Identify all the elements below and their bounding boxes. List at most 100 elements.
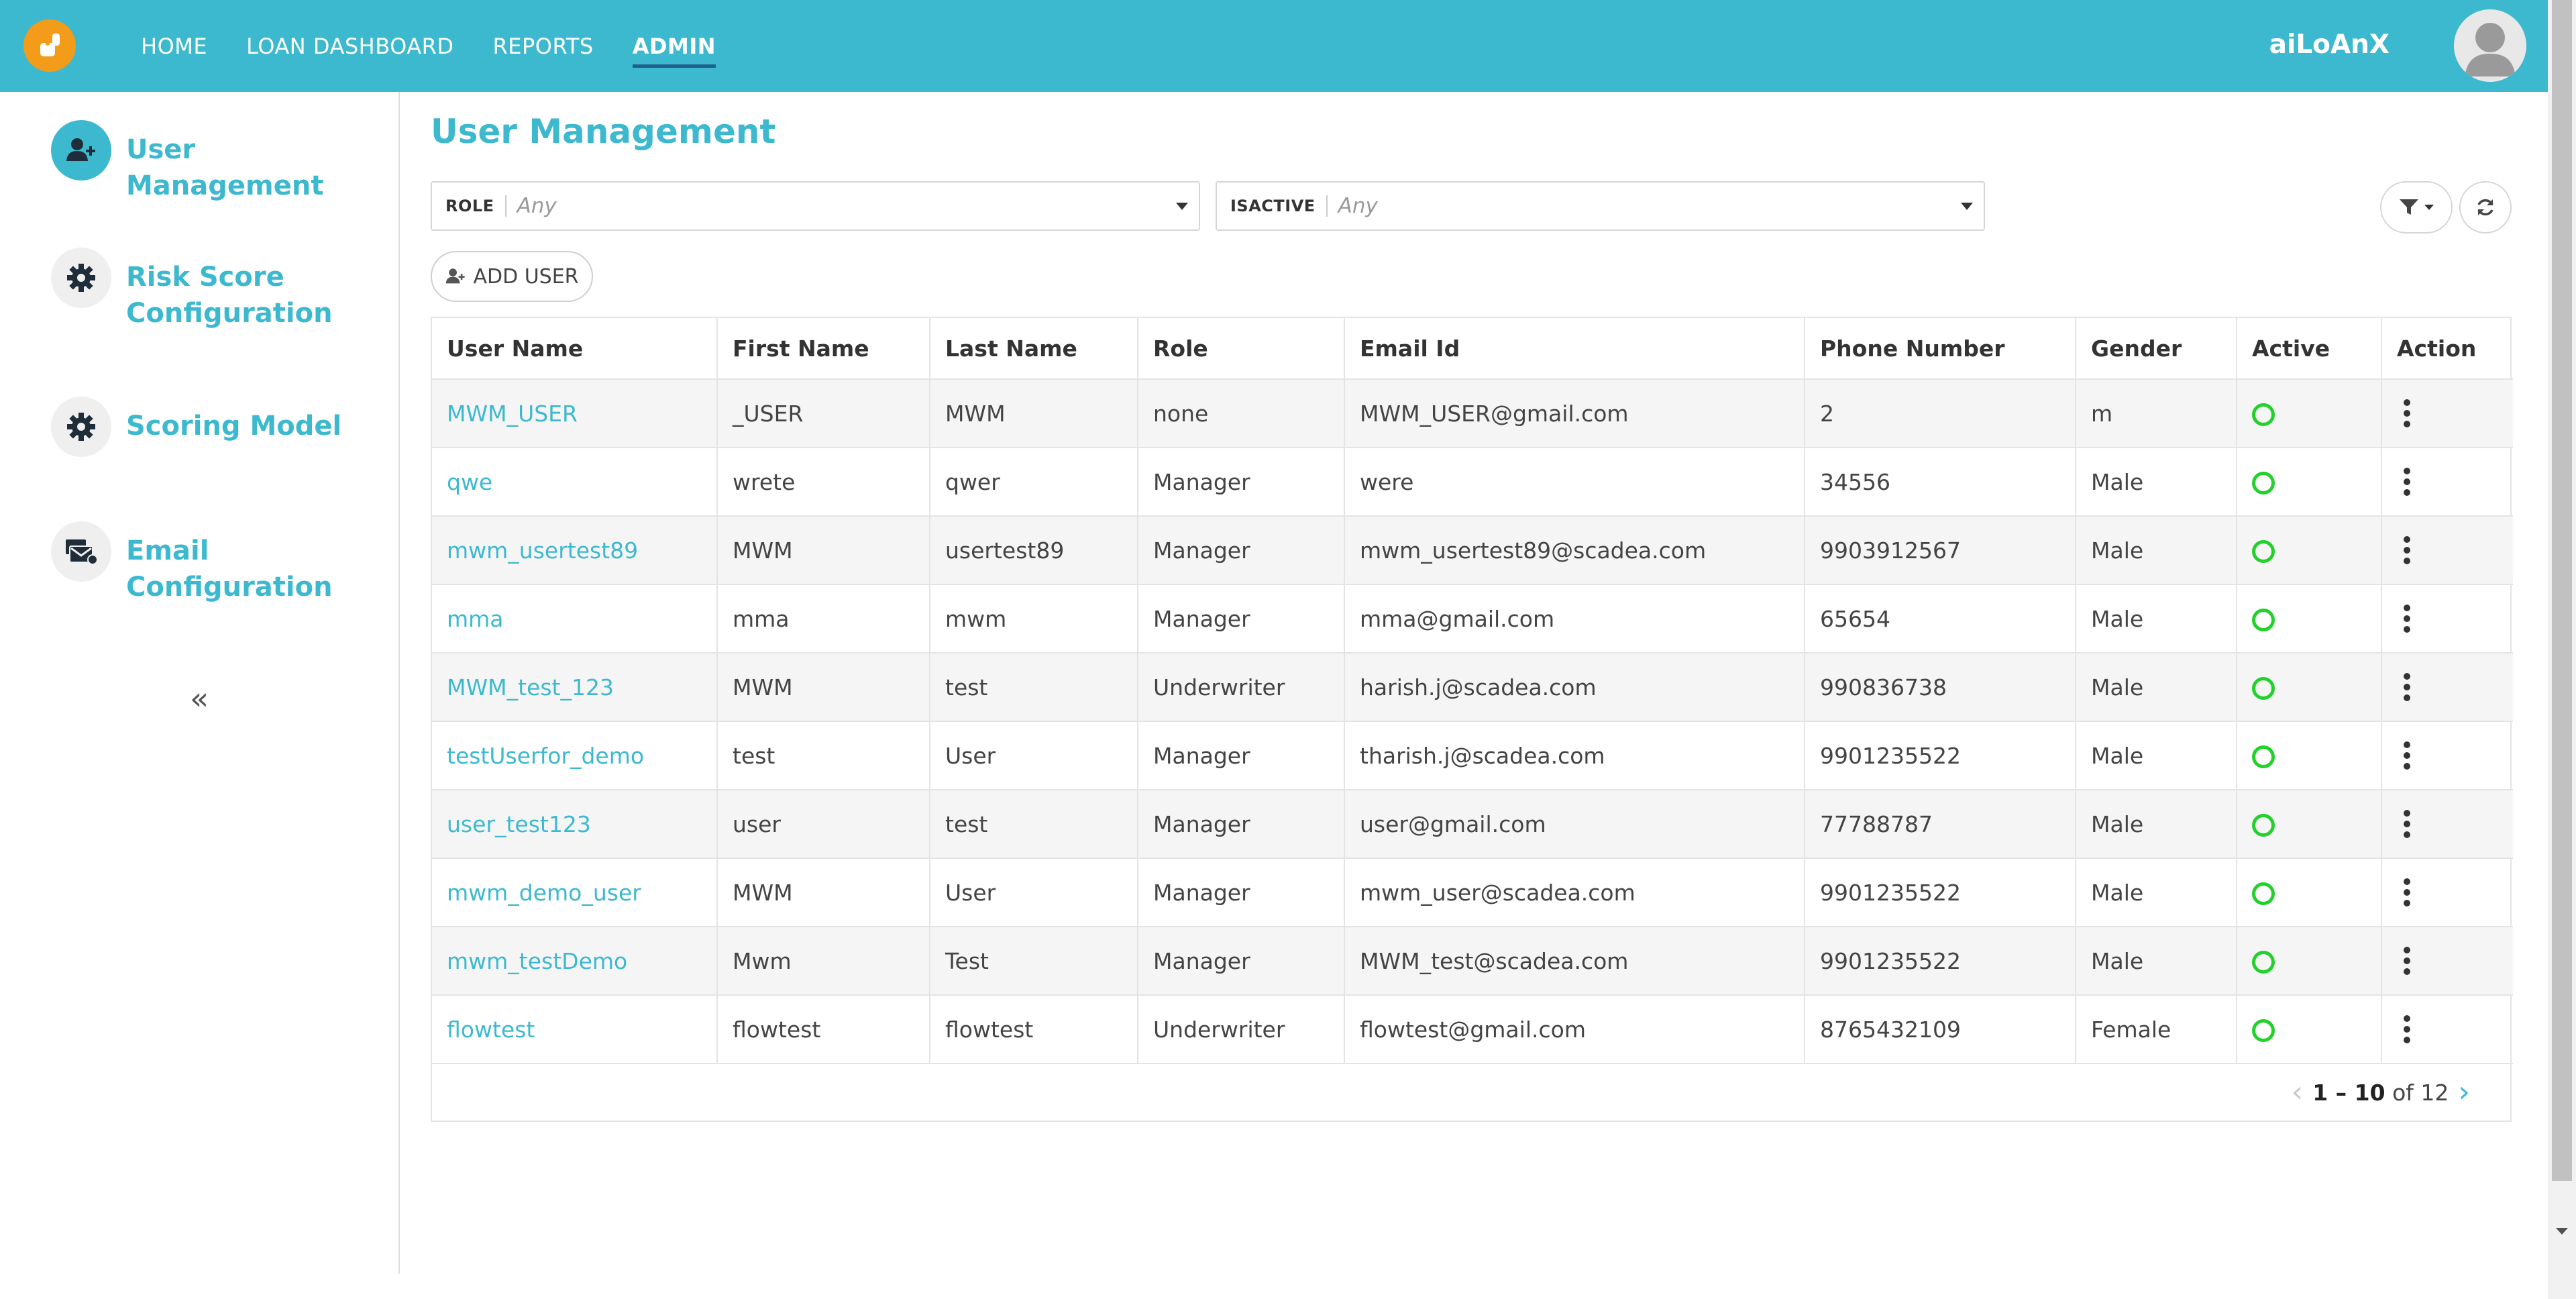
more-vertical-icon[interactable] [2397,670,2417,704]
last-name-cell: Test [930,927,1138,996]
active-status-icon [2252,745,2275,768]
add-user-label: ADD USER [473,264,579,289]
user-avatar[interactable] [2454,9,2526,82]
action-cell [2381,790,2513,859]
first-name-cell: user [717,790,930,859]
email-cell: MWM_test@scadea.com [1344,927,1805,996]
more-vertical-icon[interactable] [2397,465,2417,499]
table-row[interactable]: user_test123 user test Manager user@gmail.co… [432,790,2513,859]
column-header-email-id[interactable]: Email Id [1344,318,1805,380]
sidebar-item-risk-score[interactable]: Risk Score Configuration [51,248,381,331]
phone-cell: 9901235522 [1805,858,2076,927]
app-logo[interactable] [23,19,76,72]
active-status-icon [2252,951,2275,974]
nav-item-home[interactable]: HOME [141,0,207,92]
column-header-phone-number[interactable]: Phone Number [1805,318,2076,380]
column-header-gender[interactable]: Gender [2076,318,2237,380]
more-vertical-icon[interactable] [2397,876,2417,909]
active-cell [2237,653,2382,722]
more-vertical-icon[interactable] [2397,397,2417,430]
user-name-cell[interactable]: mwm_testDemo [432,927,718,996]
vertical-scrollbar[interactable] [2548,0,2576,1299]
table-row[interactable]: mwm_demo_user MWM User Manager mwm_user@scad… [432,858,2513,927]
sidebar-item-scoring-model[interactable]: Scoring Model [51,397,381,457]
action-cell [2381,721,2513,790]
role-cell: Manager [1138,516,1345,585]
more-vertical-icon[interactable] [2397,602,2417,635]
previous-page-icon[interactable]: ‹ [2292,1078,2304,1107]
phone-cell: 2 [1805,379,2076,448]
chevron-down-icon [2424,205,2434,210]
more-vertical-icon[interactable] [2397,807,2417,841]
last-name-cell: User [930,858,1138,927]
scroll-down-arrow-icon[interactable] [2556,1228,2568,1235]
user-name-cell[interactable]: user_test123 [432,790,718,859]
column-header-first-name[interactable]: First Name [717,318,930,380]
user-plus-icon [446,268,466,284]
column-header-action[interactable]: Action [2381,318,2513,380]
user-name-cell[interactable]: testUserfor_demo [432,721,718,790]
active-cell [2237,448,2382,517]
user-name-cell[interactable]: mwm_usertest89 [432,516,718,585]
column-header-role[interactable]: Role [1138,318,1345,380]
role-cell: Manager [1138,448,1345,517]
first-name-cell: wrete [717,448,930,517]
user-name-cell[interactable]: flowtest [432,995,718,1064]
email-cell: harish.j@scadea.com [1344,653,1805,722]
scrollbar-thumb[interactable] [2552,0,2572,1181]
hand-coin-icon [40,34,60,56]
role-filter-select[interactable]: ROLE Any [431,181,1200,231]
user-name-cell[interactable]: mma [432,584,718,654]
gear-icon [51,397,111,457]
table-row[interactable]: qwe wrete qwer Manager were 34556 Male [432,448,2513,517]
isactive-filter-select[interactable]: ISACTIVE Any [1216,181,1985,231]
table-row[interactable]: mwm_testDemo Mwm Test Manager MWM_test@scade… [432,927,2513,996]
nav-item-admin[interactable]: ADMIN [632,0,716,92]
user-name-cell[interactable]: mwm_demo_user [432,858,718,927]
active-cell [2237,379,2382,448]
more-vertical-icon[interactable] [2397,533,2417,567]
nav-item-reports[interactable]: REPORTS [493,0,594,92]
next-page-icon[interactable]: › [2458,1078,2470,1107]
gender-cell: Male [2076,858,2237,927]
sidebar-item-user-management[interactable]: User Management [51,120,381,204]
first-name-cell: flowtest [717,995,930,1064]
first-name-cell: test [717,721,930,790]
phone-cell: 8765432109 [1805,995,2076,1064]
user-name-cell[interactable]: MWM_test_123 [432,653,718,722]
table-row[interactable]: flowtest flowtest flowtest Underwriter flowt… [432,995,2513,1064]
action-cell [2381,448,2513,517]
phone-cell: 9901235522 [1805,927,2076,996]
collapse-sidebar-button[interactable]: « [190,680,209,717]
column-header-user-name[interactable]: User Name [432,318,718,380]
user-name-cell[interactable]: qwe [432,448,718,517]
gear-icon [51,248,111,308]
more-vertical-icon[interactable] [2397,739,2417,772]
refresh-button[interactable] [2459,181,2512,233]
table-row[interactable]: MWM_test_123 MWM test Underwriter harish.j@s… [432,653,2513,722]
sidebar: User Management Risk Score Configuration [0,92,400,1274]
table-row[interactable]: MWM_USER _USER MWM none MWM_USER@gmail.com 2 m [432,379,2513,448]
sidebar-item-email-configuration[interactable]: Email Configuration [51,521,381,605]
table-row[interactable]: testUserfor_demo test User Manager tharish.j… [432,721,2513,790]
add-user-button[interactable]: ADD USER [431,251,593,302]
active-status-icon [2252,540,2275,563]
role-cell: Manager [1138,927,1345,996]
users-table: User Name First Name Last Name Role Email Id… [431,317,2513,1122]
more-vertical-icon[interactable] [2397,944,2417,978]
active-cell [2237,927,2382,996]
nav-item-loan-dashboard[interactable]: LOAN DASHBOARD [246,0,453,92]
column-header-active[interactable]: Active [2237,318,2382,380]
first-name-cell: MWM [717,858,930,927]
user-name-cell[interactable]: MWM_USER [432,379,718,448]
chevron-down-icon [1176,202,1188,210]
gender-cell: Male [2076,790,2237,859]
user-plus-icon [51,120,111,180]
active-status-icon [2252,1019,2275,1042]
table-row[interactable]: mwm_usertest89 MWM usertest89 Manager mwm_us… [432,516,2513,585]
more-vertical-icon[interactable] [2397,1012,2417,1046]
table-row[interactable]: mma mma mwm Manager mma@gmail.com 65654 Male [432,584,2513,654]
filter-menu-button[interactable] [2380,181,2453,233]
column-header-last-name[interactable]: Last Name [930,318,1138,380]
email-cell: were [1344,448,1805,517]
